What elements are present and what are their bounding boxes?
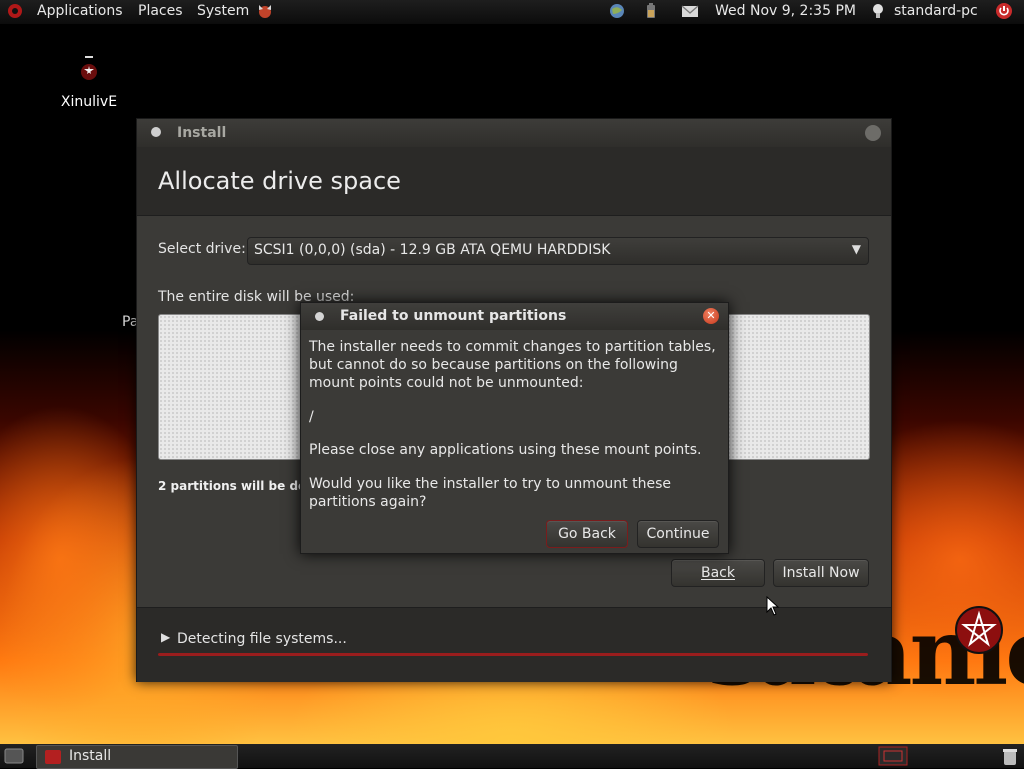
user-name[interactable]: standard-pc <box>894 3 978 19</box>
menu-places[interactable]: Places <box>138 3 183 19</box>
distro-logo-icon[interactable] <box>6 2 24 20</box>
installer-disc-icon <box>72 52 106 86</box>
error-dialog-title: Failed to unmount partitions <box>340 308 567 324</box>
expander-triangle-icon[interactable]: ▶ <box>161 630 170 644</box>
workspace-switcher-icon[interactable] <box>878 746 908 766</box>
battery-icon[interactable] <box>642 2 660 20</box>
pentagram-logo-icon <box>955 606 1003 654</box>
mount-point: / <box>309 409 314 425</box>
retry-question: Would you like the installer to try to u… <box>309 476 671 510</box>
select-drive-label: Select drive: <box>158 241 246 257</box>
desktop-icon-label: XinulivE <box>60 94 118 110</box>
go-back-button[interactable]: Go Back <box>546 520 628 548</box>
installer-app-icon <box>45 750 61 764</box>
back-button[interactable]: Back <box>671 559 765 587</box>
drive-select-value: SCSI1 (0,0,0) (sda) - 12.9 GB ATA QEMU H… <box>254 242 611 258</box>
error-dialog: Failed to unmount partitions ✕ The insta… <box>300 302 729 554</box>
dialog-menu-icon[interactable] <box>315 312 324 321</box>
install-window-titlebar[interactable]: Install <box>137 119 891 147</box>
firefox-icon[interactable] <box>256 2 274 20</box>
window-close-icon[interactable] <box>865 125 881 141</box>
dialog-close-icon[interactable]: ✕ <box>703 308 719 324</box>
install-window-title: Install <box>177 125 227 141</box>
pentagram-star-icon <box>961 610 997 647</box>
close-apps-message: Please close any applications using thes… <box>309 442 702 458</box>
desktop-icon-xinulive[interactable]: XinulivE <box>56 52 122 110</box>
install-now-button[interactable]: Install Now <box>773 559 869 587</box>
bottom-panel: Install <box>0 744 1024 769</box>
menu-system[interactable]: System <box>197 3 249 19</box>
status-text[interactable]: Detecting file systems... <box>177 631 347 647</box>
continue-button[interactable]: Continue <box>637 520 719 548</box>
progress-bar <box>158 653 868 656</box>
power-icon[interactable] <box>995 2 1013 20</box>
menu-applications[interactable]: Applications <box>37 3 123 19</box>
mail-icon[interactable] <box>681 2 699 20</box>
window-menu-icon[interactable] <box>151 127 161 137</box>
top-panel: Applications Places System Wed Nov 9, 2:… <box>0 0 1024 24</box>
install-page-header: Allocate drive space <box>137 147 891 216</box>
mouse-cursor-icon <box>766 596 780 616</box>
user-bulb-icon <box>873 4 883 18</box>
error-message: The installer needs to commit changes to… <box>309 339 716 391</box>
drive-select[interactable]: SCSI1 (0,0,0) (sda) - 12.9 GB ATA QEMU H… <box>247 237 869 265</box>
dropdown-arrow-icon: ▼ <box>851 242 861 256</box>
install-footer: ▶ Detecting file systems... <box>137 607 891 682</box>
show-desktop-icon[interactable] <box>4 747 24 765</box>
taskbar-item-label: Install <box>69 748 112 764</box>
taskbar-item-install[interactable]: Install <box>36 745 238 769</box>
network-globe-icon[interactable] <box>608 2 626 20</box>
progress-fill <box>158 653 868 656</box>
trash-icon[interactable] <box>1000 746 1020 766</box>
clock[interactable]: Wed Nov 9, 2:35 PM <box>715 3 856 19</box>
page-title: Allocate drive space <box>158 167 401 195</box>
error-dialog-titlebar[interactable]: Failed to unmount partitions ✕ <box>301 303 728 330</box>
